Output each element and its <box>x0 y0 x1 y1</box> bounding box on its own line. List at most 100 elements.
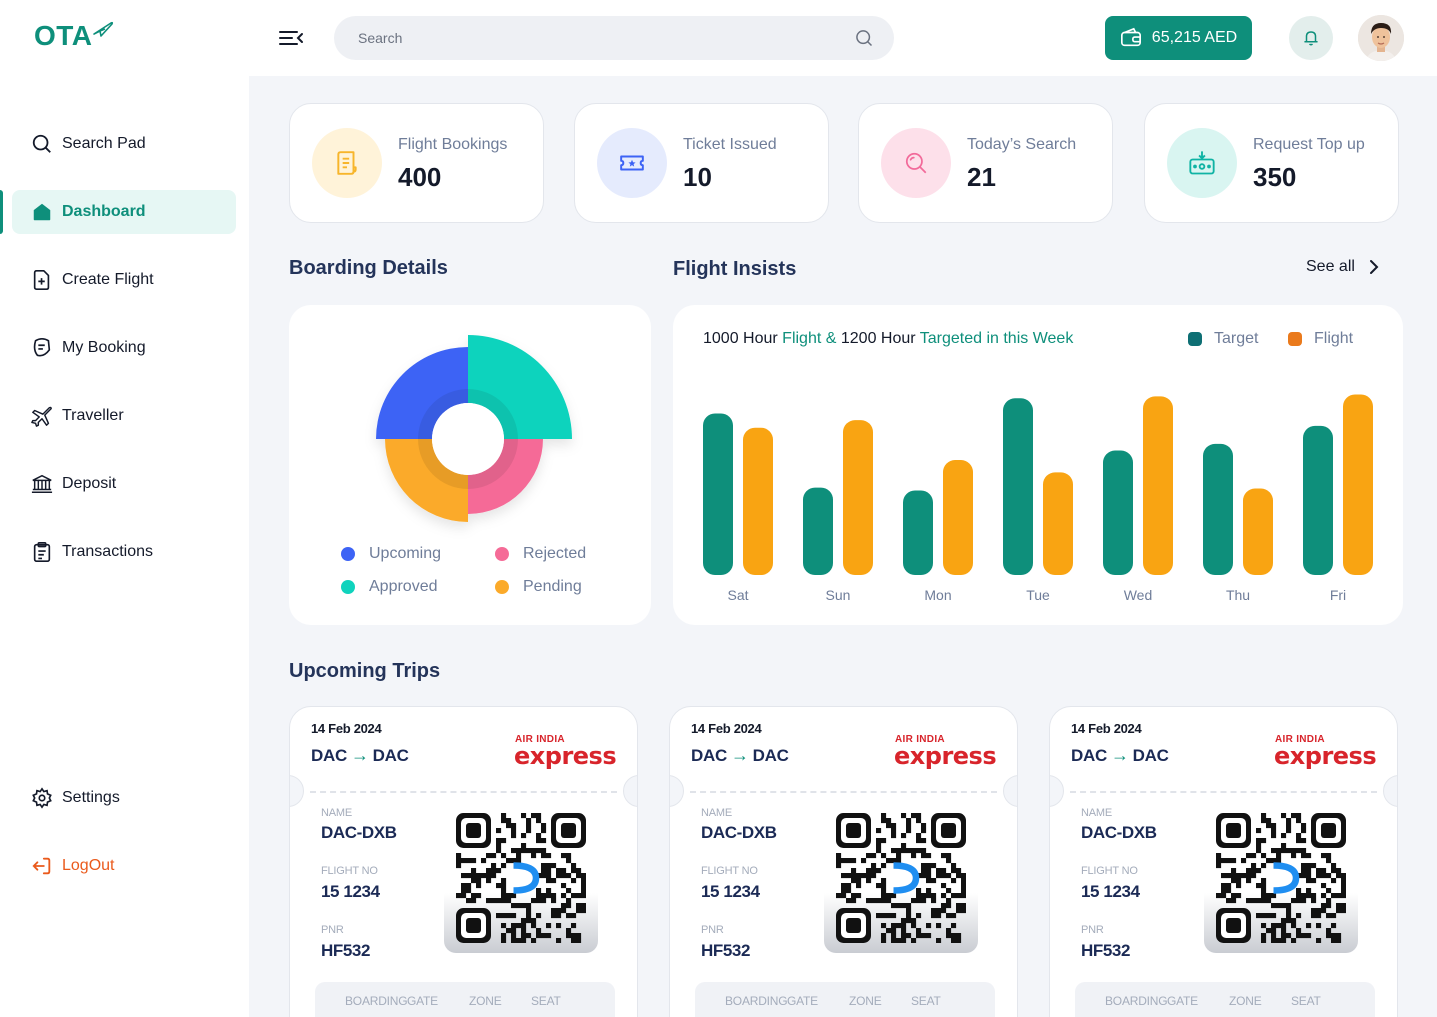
flight-no-label: FLIGHT NO <box>1081 865 1138 877</box>
chevron-right-icon <box>1369 260 1379 274</box>
legend-dot <box>495 580 509 594</box>
search-icon <box>30 132 54 156</box>
home-icon <box>30 200 54 224</box>
trip-route: DAC → DAC <box>311 745 409 766</box>
sidebar-item-label: Search Pad <box>62 135 146 152</box>
pnr-label: PNR <box>1081 924 1104 936</box>
boarding-details-title: Boarding Details <box>289 257 448 279</box>
menu-collapse-icon[interactable] <box>277 26 305 50</box>
legend-label: Approved <box>369 578 438 595</box>
zone-label: ZONE <box>469 994 502 1008</box>
sidebar-item-label: Deposit <box>62 475 117 492</box>
user-avatar-icon <box>1358 15 1404 61</box>
stat-value: 10 <box>683 162 712 192</box>
legend-rejected: Rejected <box>495 545 586 563</box>
wallet-icon <box>1120 27 1141 47</box>
legend-pending: Pending <box>495 578 582 596</box>
x-tick-label: Sun <box>826 587 851 603</box>
search-input[interactable] <box>358 30 828 46</box>
sidebar-item-search-pad[interactable]: Search Pad <box>12 122 236 166</box>
search-icon[interactable] <box>854 28 874 48</box>
sidebar-item-traveller[interactable]: Traveller <box>12 394 236 438</box>
bar-flight-sat[interactable] <box>743 427 773 575</box>
sidebar-item-transactions[interactable]: Transactions <box>12 530 236 574</box>
booking-icon <box>30 336 54 360</box>
pnr-value: HF532 <box>1081 941 1131 960</box>
trip-destination: DAC <box>372 745 409 765</box>
stat-card-request-top-up[interactable]: Request Top up 350 <box>1144 103 1399 223</box>
sidebar-item-dashboard[interactable]: Dashboard <box>12 190 236 234</box>
trip-destination: DAC <box>752 745 789 765</box>
bar-flight-wed[interactable] <box>1143 396 1173 575</box>
arrow-right-icon: → <box>1110 745 1129 765</box>
ticket-footer: BOARDING GATE ZONE SEAT <box>1075 982 1375 1017</box>
bar-target-sun[interactable] <box>803 487 833 575</box>
see-all-link[interactable]: See all <box>1306 258 1379 276</box>
legend-dot <box>341 580 355 594</box>
cash-in-icon <box>1189 151 1215 175</box>
logo-text: OTA <box>34 20 93 51</box>
x-tick-label: Thu <box>1226 587 1250 603</box>
stat-label: Request Top up <box>1253 136 1365 153</box>
ticket-notch-left <box>1050 775 1064 807</box>
boarding-details-panel: Upcoming Rejected Approved Pending <box>289 305 651 625</box>
avatar[interactable] <box>1358 15 1404 61</box>
trip-ticket-card[interactable]: 14 Feb 2024 DAC → DAC AIR INDIA express … <box>669 706 1018 1017</box>
sidebar-item-my-booking[interactable]: My Booking <box>12 326 236 370</box>
wallet-balance-button[interactable]: 65,215 AED <box>1105 16 1252 60</box>
trip-route: DAC → DAC <box>691 745 789 766</box>
ticket-divider <box>690 791 997 793</box>
stat-card-flight-bookings[interactable]: Flight Bookings 400 <box>289 103 544 223</box>
trip-route: DAC → DAC <box>1071 745 1169 766</box>
sidebar-item-create-flight[interactable]: Create Flight <box>12 258 236 302</box>
sidebar-item-settings[interactable]: Settings <box>12 776 236 820</box>
bar-flight-thu[interactable] <box>1243 488 1273 575</box>
bar-target-sat[interactable] <box>703 413 733 576</box>
bar-target-tue[interactable] <box>1003 398 1033 575</box>
plane-icon <box>30 404 54 428</box>
trip-ticket-card[interactable]: 14 Feb 2024 DAC → DAC AIR INDIA express … <box>1049 706 1398 1017</box>
stat-card-ticket-issued[interactable]: Ticket Issued 10 <box>574 103 829 223</box>
ticket-notch-right <box>1003 775 1017 807</box>
wallet-balance: 65,215 AED <box>1151 29 1238 46</box>
plane-logo-icon <box>92 21 113 37</box>
bar-target-fri[interactable] <box>1303 425 1333 575</box>
legend-approved: Approved <box>341 578 438 596</box>
zone-label: ZONE <box>1229 994 1262 1008</box>
stat-card-todays-search[interactable]: Today’s Search 21 <box>858 103 1113 223</box>
sidebar: OTA Search Pad Dashboard Create Flight M… <box>0 0 249 1017</box>
logout-label: LogOut <box>62 857 115 874</box>
legend-dot <box>341 547 355 561</box>
airline-logo: AIR INDIA express <box>514 735 617 770</box>
sidebar-item-logout[interactable]: LogOut <box>12 844 236 888</box>
flight-no-label: FLIGHT NO <box>321 865 378 877</box>
x-tick-label: Mon <box>924 587 951 603</box>
trip-origin: DAC <box>691 745 727 765</box>
bar-target-mon[interactable] <box>903 490 933 575</box>
search-bar <box>334 16 894 60</box>
airline-logo-bottom: express <box>514 742 617 770</box>
logo[interactable]: OTA <box>34 20 115 52</box>
notification-button[interactable] <box>1289 16 1333 60</box>
bar-flight-sun[interactable] <box>843 420 873 575</box>
pnr-label: PNR <box>701 924 724 936</box>
trip-origin: DAC <box>311 745 347 765</box>
bar-target-thu[interactable] <box>1203 443 1233 575</box>
trip-ticket-card[interactable]: 14 Feb 2024 DAC → DAC AIR INDIA express … <box>289 706 638 1017</box>
qr-code <box>1204 803 1358 953</box>
sidebar-item-deposit[interactable]: Deposit <box>12 462 236 506</box>
bar-target-wed[interactable] <box>1103 450 1133 575</box>
bar-flight-fri[interactable] <box>1343 394 1373 576</box>
file-plus-icon <box>30 268 54 292</box>
x-tick-label: Wed <box>1124 587 1153 603</box>
trip-origin: DAC <box>1071 745 1107 765</box>
ticket-icon <box>620 155 644 171</box>
bar-flight-mon[interactable] <box>943 460 973 575</box>
legend-label: Pending <box>523 578 582 595</box>
trip-date: 14 Feb 2024 <box>311 721 382 736</box>
pnr-label: PNR <box>321 924 344 936</box>
boarding-label: BOARDING <box>725 994 788 1008</box>
logout-icon <box>30 854 54 878</box>
bar-flight-tue[interactable] <box>1043 472 1073 575</box>
ticket-notch-right <box>623 775 637 807</box>
